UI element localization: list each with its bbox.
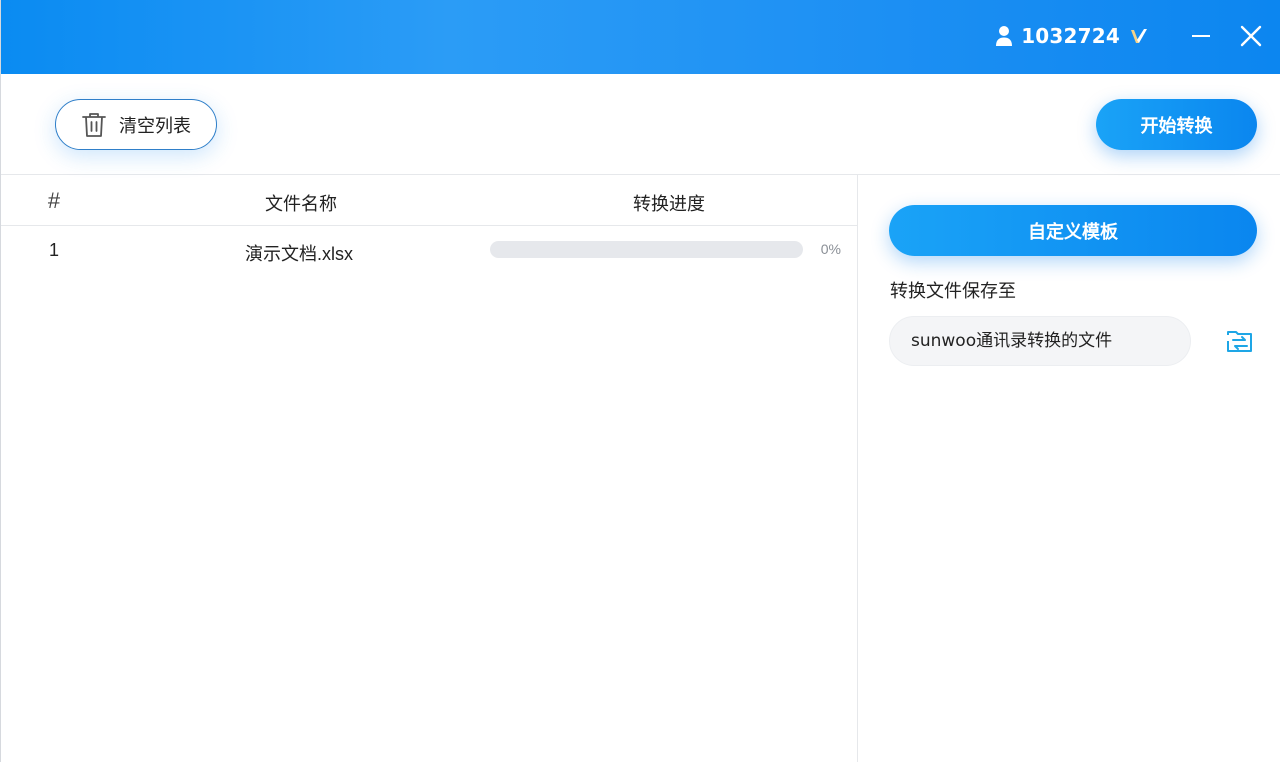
- user-account[interactable]: 1032724: [995, 22, 1148, 50]
- user-id: 1032724: [1021, 24, 1120, 48]
- custom-template-button[interactable]: 自定义模板: [889, 205, 1257, 256]
- table-row[interactable]: 1 演示文档.xlsx 0%: [1, 226, 858, 272]
- change-folder-button[interactable]: [1225, 327, 1255, 357]
- progress-bar: [490, 241, 803, 258]
- trash-icon: [81, 111, 107, 139]
- title-bar[interactable]: 1032724: [1, 0, 1280, 74]
- column-header-progress: 转换进度: [633, 194, 705, 214]
- user-icon: [995, 25, 1013, 47]
- start-conversion-button[interactable]: 开始转换: [1096, 99, 1257, 150]
- clear-list-label: 清空列表: [119, 115, 191, 136]
- vip-badge-icon: [1130, 27, 1148, 45]
- clear-list-button[interactable]: 清空列表: [55, 99, 217, 150]
- column-header-filename: 文件名称: [265, 194, 337, 214]
- save-location-label: 转换文件保存至: [890, 281, 1016, 301]
- minimize-button[interactable]: [1187, 22, 1215, 50]
- column-header-number: #: [47, 188, 61, 213]
- app-window: 1032724 清空列表 开始转换 # 文件名称 转换进度 1 演示文档.xls…: [0, 0, 1280, 762]
- file-list-pane: # 文件名称 转换进度 1 演示文档.xlsx 0%: [1, 175, 858, 762]
- close-button[interactable]: [1237, 22, 1265, 50]
- save-path-field[interactable]: sunwoo通讯录转换的文件: [889, 316, 1191, 366]
- settings-pane: 自定义模板 转换文件保存至 sunwoo通讯录转换的文件: [859, 175, 1280, 762]
- toolbar: 清空列表 开始转换: [1, 74, 1280, 175]
- row-filename: 演示文档.xlsx: [245, 244, 353, 264]
- close-icon: [1240, 25, 1262, 47]
- table-header: # 文件名称 转换进度: [1, 175, 858, 226]
- progress-percent: 0%: [820, 241, 841, 257]
- folder-switch-icon: [1227, 331, 1252, 352]
- row-number: 1: [48, 240, 59, 260]
